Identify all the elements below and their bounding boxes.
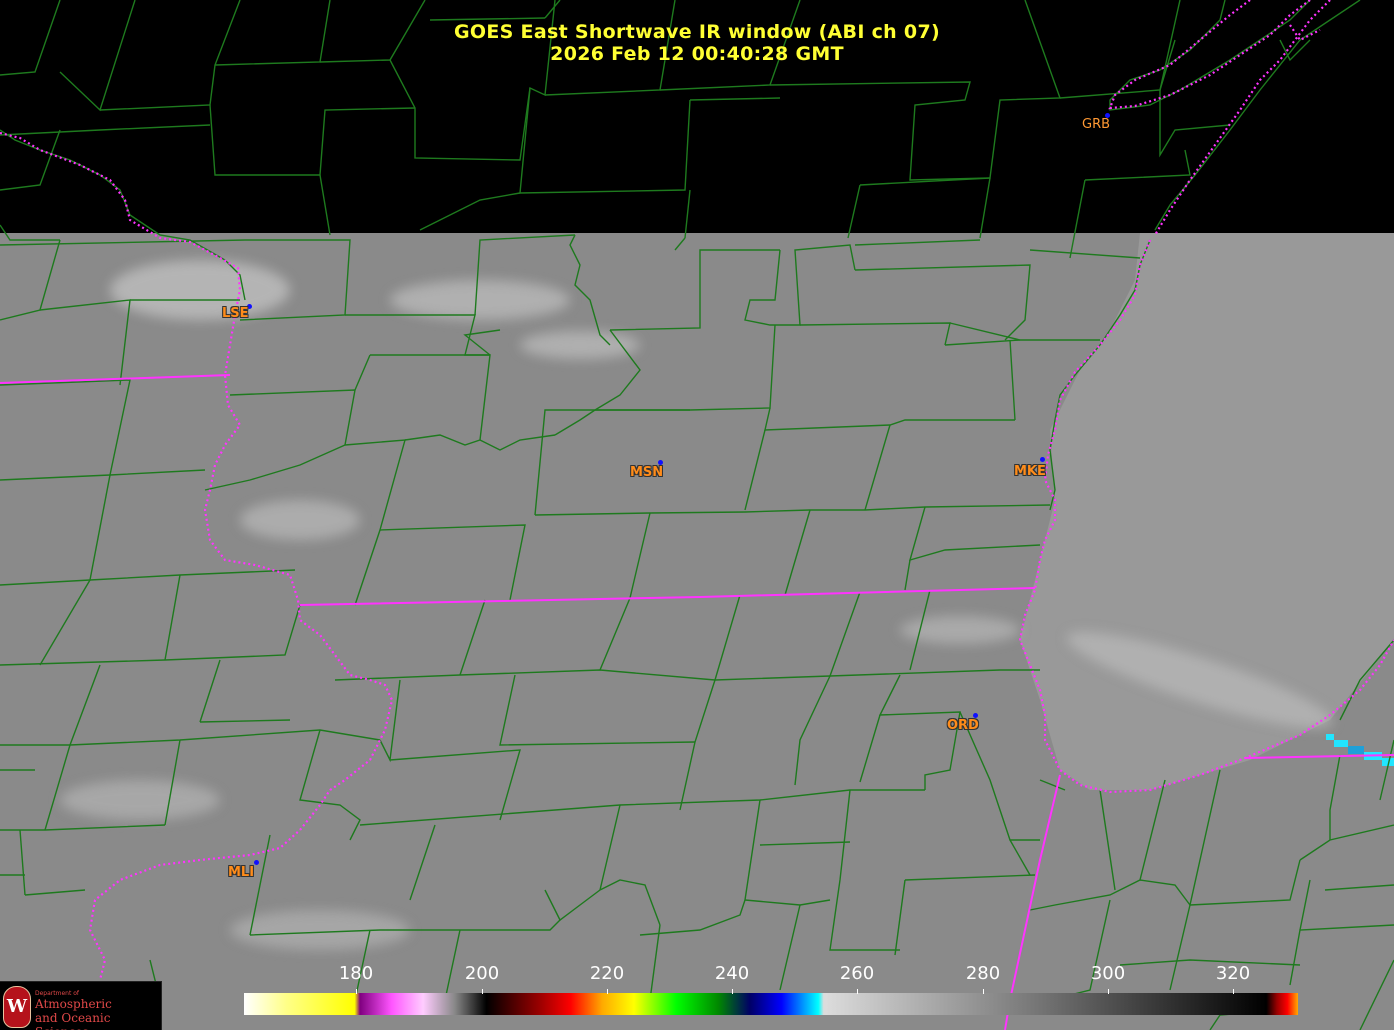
map-timestamp: 2026 Feb 12 00:40:28 GMT xyxy=(550,43,844,65)
uw-seal-icon: W xyxy=(3,986,31,1028)
aos-logo[interactable]: W Department of Atmospheric and Oceanic … xyxy=(0,981,162,1030)
map-title: GOES East Shortwave IR window (ABI ch 07… xyxy=(454,21,940,43)
logo-line-2: and Oceanic Sciences xyxy=(35,1011,111,1030)
logo-line-1: Atmospheric xyxy=(35,997,112,1011)
logo-department-text: Department of xyxy=(35,990,79,997)
colorbar-gradient xyxy=(244,993,1298,1015)
tick-mark xyxy=(1108,989,1109,994)
satellite-image: GOES East Shortwave IR window (ABI ch 07… xyxy=(0,0,1394,1030)
station-label-mli: MLI xyxy=(228,865,255,880)
tick-mark xyxy=(732,989,733,994)
station-dot-mli xyxy=(254,860,259,865)
tick-mark xyxy=(356,989,357,994)
station-label-msn: MSN xyxy=(630,465,664,480)
tick-mark xyxy=(1233,989,1234,994)
station-label-ord: ORD xyxy=(947,718,979,733)
colorbar-tick-320: 320 xyxy=(1215,963,1251,984)
map-canvas xyxy=(0,0,1394,1030)
station-label-mke: MKE xyxy=(1014,464,1046,479)
tick-mark xyxy=(983,989,984,994)
colorbar-tick-200: 200 xyxy=(464,963,500,984)
colorbar-tick-260: 260 xyxy=(839,963,875,984)
station-label-lse: LSE xyxy=(222,306,249,321)
colorbar-tick-280: 280 xyxy=(965,963,1001,984)
tick-mark xyxy=(482,989,483,994)
colorbar-tick-300: 300 xyxy=(1090,963,1126,984)
station-label-grb: GRB xyxy=(1082,117,1111,132)
tick-mark xyxy=(607,989,608,994)
colorbar-tick-180: 180 xyxy=(338,963,374,984)
station-dot-mke xyxy=(1040,457,1045,462)
colorbar-tick-240: 240 xyxy=(714,963,750,984)
tick-mark xyxy=(857,989,858,994)
colorbar-tick-220: 220 xyxy=(589,963,625,984)
